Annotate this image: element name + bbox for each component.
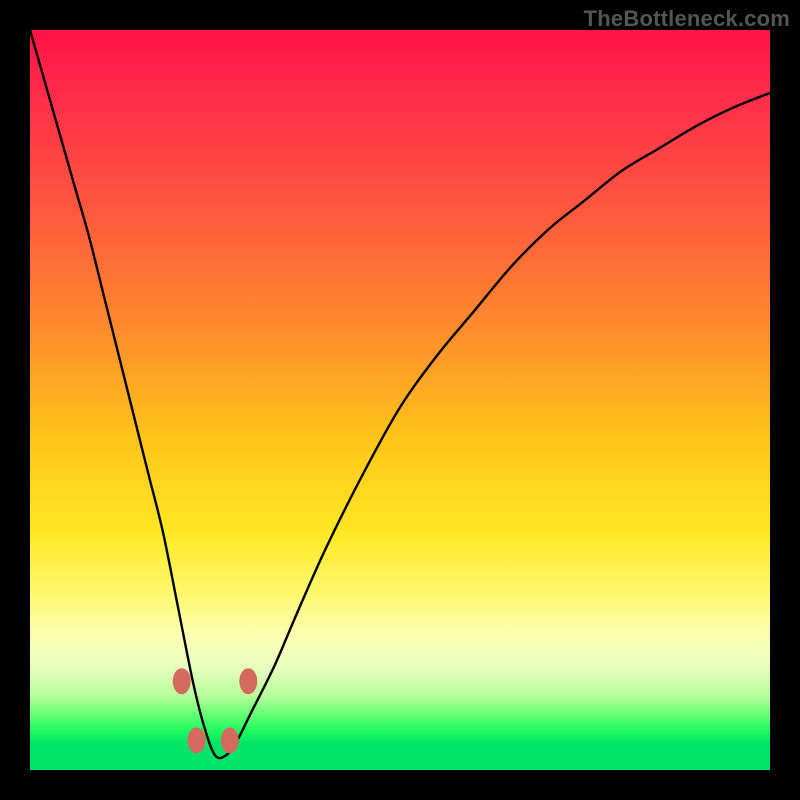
marker-left-upper: [173, 668, 191, 694]
bottleneck-curve: [30, 30, 770, 758]
marker-right-lower: [221, 727, 239, 753]
marker-right-upper: [239, 668, 257, 694]
curve-layer: [30, 30, 770, 770]
plot-area: [30, 30, 770, 770]
chart-frame: TheBottleneck.com: [0, 0, 800, 800]
marker-left-lower: [188, 727, 206, 753]
watermark-text: TheBottleneck.com: [584, 6, 790, 32]
trough-markers: [173, 668, 258, 753]
